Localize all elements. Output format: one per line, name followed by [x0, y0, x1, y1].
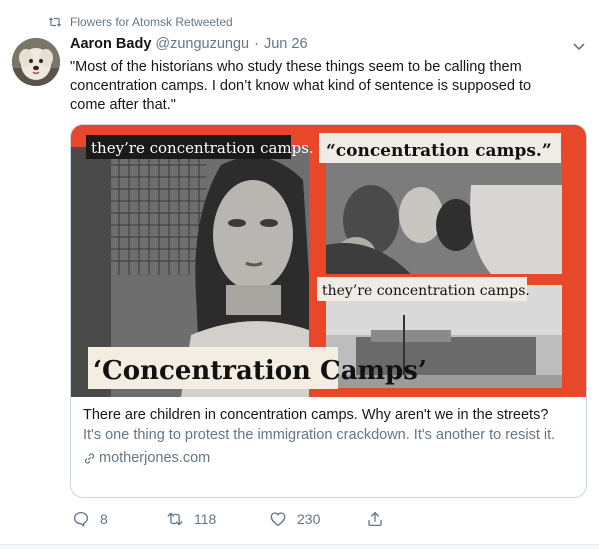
image-label-1: they’re concentration camps.	[91, 139, 314, 157]
share-icon	[368, 511, 382, 527]
image-label-2: “concentration camps.”	[326, 141, 552, 161]
retweet-icon	[167, 512, 183, 526]
tweet-header: Aaron Bady @zunguzungu · Jun 26	[70, 36, 559, 56]
image-headline: ‘Concentration Camps’	[93, 356, 427, 386]
retweet-context: Flowers for Atomsk Retweeted	[48, 13, 233, 31]
retweet-icon	[48, 17, 62, 27]
tweet-actions: 8 118 230	[70, 510, 410, 530]
card-title: There are children in concentration camp…	[83, 407, 549, 423]
card-image[interactable]: they’re concentration camps. “concentrat…	[71, 125, 586, 397]
link-card[interactable]: they’re concentration camps. “concentrat…	[70, 124, 587, 498]
author-handle[interactable]: @zunguzungu	[155, 36, 249, 52]
separator-dot: ·	[254, 36, 259, 52]
reply-button[interactable]: 8	[72, 510, 108, 528]
avatar[interactable]	[12, 38, 60, 86]
reply-icon	[73, 511, 89, 527]
card-body: There are children in concentration camp…	[83, 406, 574, 468]
tweet-text: "Most of the historians who study these …	[70, 59, 532, 113]
link-icon	[84, 453, 95, 464]
share-button[interactable]	[366, 510, 394, 528]
tweet-date[interactable]: Jun 26	[264, 36, 308, 52]
like-button[interactable]: 230	[269, 510, 320, 528]
heart-icon	[270, 512, 286, 527]
card-domain-text: motherjones.com	[99, 450, 211, 466]
author-name[interactable]: Aaron Bady	[70, 36, 151, 52]
card-description: It's one thing to protest the immigratio…	[83, 427, 556, 443]
image-label-3: they’re concentration camps.	[322, 283, 530, 299]
reply-count: 8	[100, 511, 108, 527]
retweet-button[interactable]: 118	[166, 510, 216, 528]
next-tweet-edge	[0, 545, 599, 549]
retweet-count: 118	[194, 511, 217, 527]
like-count: 230	[297, 511, 321, 527]
chevron-down-icon[interactable]	[571, 38, 587, 54]
tweet[interactable]: Flowers for Atomsk Retweeted Aaron Bady …	[0, 0, 599, 549]
card-domain: motherjones.com	[83, 449, 574, 468]
retweet-label[interactable]: Flowers for Atomsk Retweeted	[70, 15, 233, 29]
